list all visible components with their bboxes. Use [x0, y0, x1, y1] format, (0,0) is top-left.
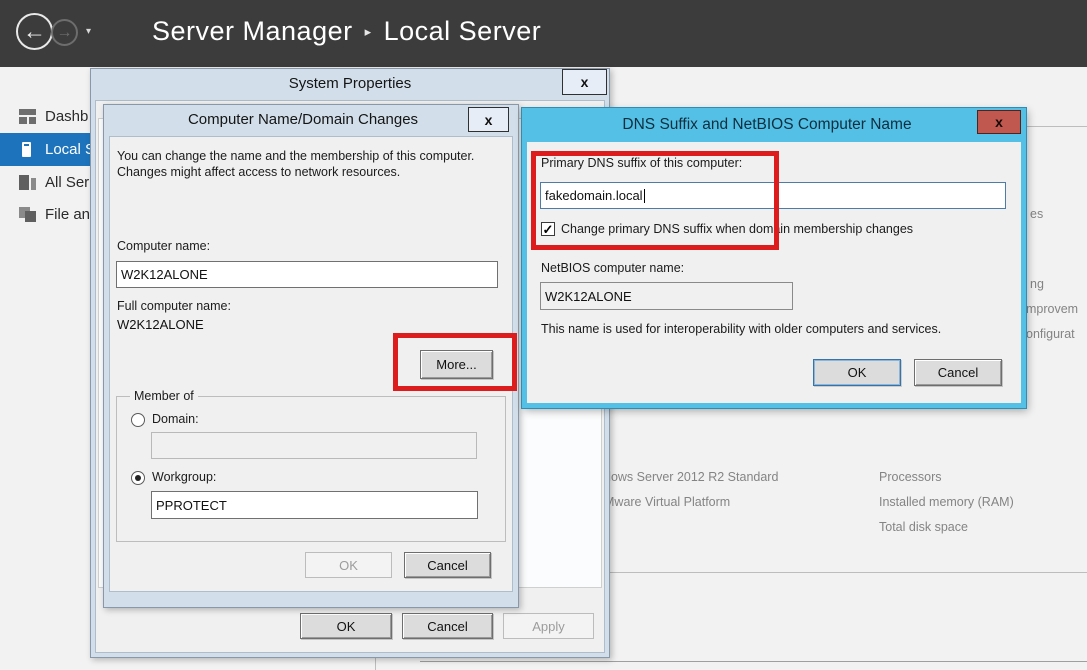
all-servers-icon — [19, 175, 36, 190]
computer-name-dialog-close-button[interactable]: x — [468, 107, 509, 132]
computer-name-dialog-cancel-button[interactable]: Cancel — [404, 552, 491, 578]
back-button[interactable]: ← — [16, 13, 53, 50]
background-prop-memory: Installed memory (RAM) — [879, 495, 1014, 509]
close-icon: x — [485, 113, 493, 127]
button-label: Cancel — [427, 619, 467, 634]
button-label: Cancel — [427, 558, 467, 573]
breadcrumb-page: Local Server — [384, 16, 542, 46]
change-dns-suffix-checkbox[interactable]: ✓ — [541, 222, 555, 236]
computer-name-input[interactable]: W2K12ALONE — [116, 261, 498, 288]
system-properties-title: System Properties — [90, 75, 610, 92]
full-computer-name-value: W2K12ALONE — [117, 317, 204, 332]
domain-radio-label[interactable]: Domain: — [152, 412, 199, 426]
primary-dns-suffix-label: Primary DNS suffix of this computer: — [541, 156, 742, 170]
computer-name-dialog-title: Computer Name/Domain Changes — [103, 111, 503, 128]
background-prop-processors: Processors — [879, 470, 942, 484]
forward-icon: → — [57, 24, 73, 42]
computer-name-label: Computer name: — [117, 239, 210, 253]
member-of-label: Member of — [130, 389, 198, 403]
button-label: Apply — [532, 619, 565, 634]
domain-input — [151, 432, 477, 459]
primary-dns-suffix-input[interactable]: fakedomain.local — [540, 182, 1006, 209]
background-text-fragment: es — [1030, 207, 1043, 221]
netbios-note: This name is used for interoperability w… — [541, 322, 941, 336]
background-divider — [1026, 126, 1087, 127]
back-icon: ← — [23, 18, 46, 45]
computer-name-value: W2K12ALONE — [121, 267, 208, 282]
chevron-down-icon: ▾ — [86, 26, 91, 37]
button-label: OK — [337, 619, 356, 634]
sidebar-item-label: Local S — [45, 141, 95, 158]
breadcrumb-app: Server Manager — [152, 16, 353, 46]
history-dropdown-caret[interactable]: ▾ — [86, 26, 91, 37]
more-button[interactable]: More... — [420, 350, 493, 379]
sidebar-item-label: Dashb — [45, 108, 88, 125]
breadcrumb: Server Manager ▸ Local Server — [152, 16, 541, 47]
forward-button[interactable]: → — [51, 19, 78, 46]
workgroup-value: PPROTECT — [156, 498, 227, 513]
background-prop-disk: Total disk space — [879, 520, 968, 534]
workgroup-input[interactable]: PPROTECT — [151, 491, 478, 519]
full-computer-name-label: Full computer name: — [117, 299, 231, 313]
text-caret — [644, 189, 645, 203]
workgroup-radio[interactable] — [131, 471, 145, 485]
sidebar-item-label: File an — [45, 206, 90, 223]
dns-dialog-ok-button[interactable]: OK — [813, 359, 901, 386]
background-os-name: dows Server 2012 R2 Standard — [604, 470, 778, 484]
system-properties-ok-button[interactable]: OK — [300, 613, 392, 639]
dns-dialog-title: DNS Suffix and NetBIOS Computer Name — [522, 116, 1012, 134]
background-text-fragment: onfigurat — [1026, 327, 1075, 341]
background-hardware-name: Mware Virtual Platform — [604, 495, 730, 509]
netbios-name-label: NetBIOS computer name: — [541, 261, 684, 275]
change-dns-suffix-checkbox-label[interactable]: Change primary DNS suffix when domain me… — [561, 222, 913, 236]
dashboard-icon — [19, 109, 36, 124]
primary-dns-suffix-value: fakedomain.local — [545, 188, 643, 203]
close-icon: x — [581, 75, 589, 89]
button-label: Cancel — [938, 365, 978, 380]
netbios-name-value: W2K12ALONE — [545, 289, 632, 304]
background-panel-edge — [420, 661, 1087, 662]
breadcrumb-separator-icon: ▸ — [365, 24, 372, 39]
local-server-icon — [19, 142, 36, 157]
system-properties-apply-button: Apply — [503, 613, 594, 639]
workgroup-radio-label[interactable]: Workgroup: — [152, 470, 216, 484]
background-text-fragment: mprovem — [1026, 302, 1078, 316]
dns-dialog-close-button[interactable]: x — [977, 110, 1021, 134]
button-label: OK — [848, 365, 867, 380]
netbios-name-input: W2K12ALONE — [540, 282, 793, 310]
domain-radio[interactable] — [131, 413, 145, 427]
dns-dialog-cancel-button[interactable]: Cancel — [914, 359, 1002, 386]
button-label: More... — [436, 357, 476, 372]
system-properties-cancel-button[interactable]: Cancel — [402, 613, 493, 639]
background-divider — [610, 572, 1087, 573]
file-storage-icon — [19, 207, 36, 222]
computer-name-dialog-description: You can change the name and the membersh… — [117, 148, 517, 180]
sidebar-item-label: All Ser — [45, 174, 89, 191]
computer-name-dialog-ok-button: OK — [305, 552, 392, 578]
server-manager-screen: ← → ▾ Server Manager▸Local Server Dashb … — [0, 0, 1087, 670]
button-label: OK — [339, 558, 358, 573]
background-text-fragment: ng — [1030, 277, 1044, 291]
close-icon: x — [995, 114, 1003, 130]
check-icon: ✓ — [543, 223, 554, 236]
system-properties-close-button[interactable]: x — [562, 69, 607, 95]
